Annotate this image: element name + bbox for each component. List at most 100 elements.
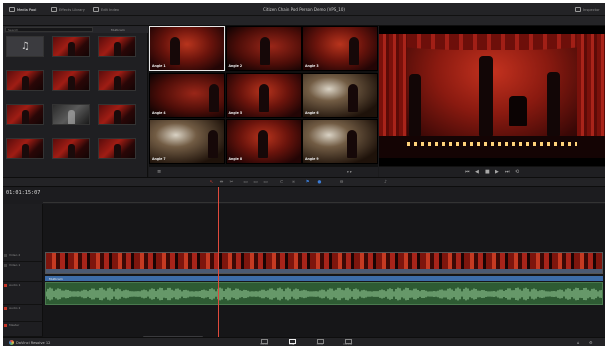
media-clip-thumbnail[interactable] [98,70,136,98]
timeline-ruler[interactable] [43,195,605,203]
page-tab[interactable]: Color [307,338,333,346]
timeline-tracks[interactable]: Multicam [43,204,605,338]
track-name: Audio 2 [9,306,21,310]
menu-icon[interactable]: ≡ [157,170,161,175]
edit-toolbar: ↖ ⇹ ✂ ▭ ▭ ▭ ⊂ ∞ ⚑ ● ⊖ ♪ [3,177,605,187]
rewind-icon[interactable]: ◀ [475,170,479,175]
track-name: Audio 1 [9,283,21,287]
stage-valance [379,34,605,50]
page-bar: DaVinci Resolve 12 Media Edit Color Deliver… [3,337,605,346]
video-track-icon[interactable] [4,254,7,257]
angle-label: Angle 9 [305,157,319,161]
play-icon[interactable]: ▶ [495,170,499,175]
replace-icon[interactable]: ▭ [263,180,268,185]
track-name: Video 1 [9,263,21,267]
audio-track-icon[interactable] [4,307,7,310]
timeline-header: 01:01:15:07 [3,187,605,204]
flag-icon[interactable]: ⚑ [305,180,310,185]
audio-waveform [46,287,602,301]
media-clip-thumbnail[interactable] [52,70,90,98]
footlights [407,142,577,146]
viewer-header-bar [3,16,605,26]
media-clip-thumbnail[interactable] [52,104,90,132]
track-header[interactable]: Master [3,322,43,337]
music-note-icon: ♫ [21,41,30,52]
snapping-icon[interactable]: ⊂ [279,180,284,185]
track-headers: Video 2 Video 1 Audio 1 Audio 2 Master [3,204,43,337]
transport-controls: ⏮ ◀ ■ ▶ ⏭ ⟲ [379,166,605,177]
audio-clip[interactable] [45,282,603,305]
angle-label: Angle 6 [305,110,319,115]
track-header[interactable]: Audio 2 [3,305,43,322]
link-icon[interactable]: ∞ [291,180,296,185]
media-clip-thumbnail[interactable] [98,138,136,166]
blade-tool-icon[interactable]: ✂ [229,180,234,185]
previous-icon[interactable]: ⏮ [465,170,470,175]
loop-icon[interactable]: ⟲ [515,170,519,175]
multicam-angle[interactable]: Angle 9 [302,119,378,164]
clip-image [52,104,90,125]
media-clip-thumbnail[interactable] [52,36,90,64]
angle-label: Angle 8 [228,157,243,161]
multicam-angle[interactable]: Angle 2 [225,26,302,71]
marker-icon[interactable]: ● [317,180,322,185]
media-clip-thumbnail[interactable] [98,36,136,64]
video-clip[interactable] [45,252,603,274]
performer-silhouette [348,83,358,112]
bin-label[interactable]: Multicam [111,28,125,32]
track-header[interactable]: Video 1 [3,262,43,282]
audio-level-icon[interactable]: ♪ [383,180,388,185]
multicam-angle[interactable]: Angle 7 [149,119,225,164]
multicam-clip-bar[interactable]: Multicam [45,276,603,281]
performer-silhouette [257,130,268,158]
multicam-angle[interactable]: Angle 1 [149,26,225,71]
page-tab[interactable]: Edit [279,338,305,346]
multicam-angle[interactable]: Angle 8 [225,119,302,164]
search-input[interactable]: Search [5,27,93,32]
multicam-angle[interactable]: Angle 3 [302,26,378,71]
inspector-button[interactable]: Inspector [575,6,600,13]
media-clip-thumbnail[interactable] [6,70,44,98]
track-header[interactable]: Audio 1 [3,282,43,305]
multicam-angle[interactable]: Angle 6 [302,72,378,118]
audio-track-icon[interactable] [4,284,7,287]
angle-label: Angle 4 [152,110,166,115]
clip-image [98,104,136,125]
next-icon[interactable]: ⏭ [505,170,510,175]
media-clip-thumbnail[interactable] [6,138,44,166]
settings-gear-icon[interactable]: ⚙ [589,340,593,345]
app-logo: DaVinci Resolve 12 [9,340,50,345]
stop-icon[interactable]: ■ [485,170,490,175]
switch-menu[interactable]: ▾ ▾ [347,170,352,175]
media-clip-thumbnail[interactable] [6,104,44,132]
audio-track-icon[interactable] [4,324,7,327]
page-tab[interactable]: Media [251,338,277,346]
multicam-angle[interactable]: Angle 4 [149,72,225,118]
clip-image [98,70,136,91]
timeline-viewer[interactable] [379,26,605,166]
multicam-angle[interactable]: Angle 5 [225,72,302,118]
page-tab[interactable]: Deliver [335,338,361,346]
playhead[interactable] [218,187,219,337]
top-toolbar: Media Pool Effects Library Edit Index Ci… [3,3,605,16]
media-clip-thumbnail[interactable] [52,138,90,166]
clip-image [98,36,136,57]
stage-floor [379,136,605,158]
video-track-icon[interactable] [4,264,7,267]
audio-clip-icon: ♫ [6,36,44,57]
home-icon[interactable]: ⌂ [577,340,580,345]
angle-label: Angle 5 [228,110,243,115]
insert-icon[interactable]: ▭ [243,180,248,185]
guitarist-left [409,74,421,136]
performer-silhouette [208,130,218,158]
overwrite-icon[interactable]: ▭ [253,180,258,185]
media-clip-thumbnail[interactable] [98,104,136,132]
trim-tool-icon[interactable]: ⇹ [219,180,224,185]
track-header[interactable]: Video 2 [3,252,43,262]
media-clip-thumbnail[interactable]: ♫ [6,36,44,64]
angle-label: Angle 1 [152,64,166,68]
zoom-icon[interactable]: ⊖ [339,180,344,185]
pointer-tool-icon[interactable]: ↖ [209,180,214,185]
timeline-timecode[interactable]: 01:01:15:07 [6,190,40,196]
angle-label: Angle 2 [228,64,243,68]
